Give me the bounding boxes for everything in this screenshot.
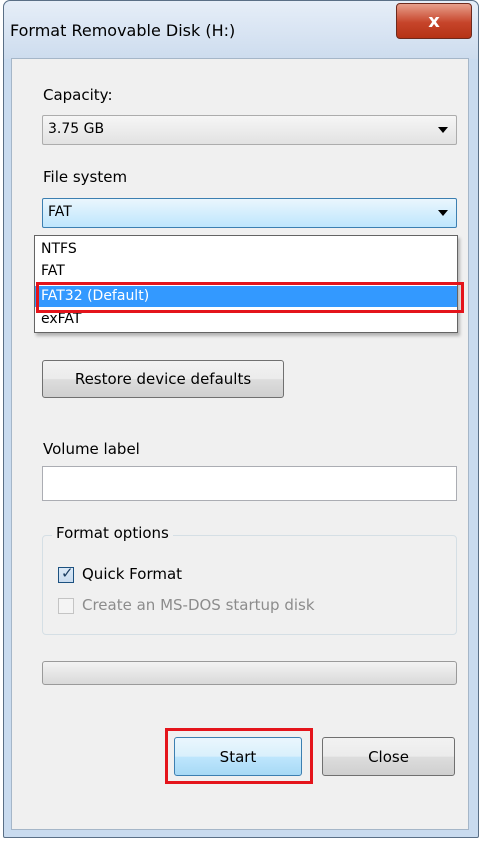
msdos-startup-checkbox[interactable] <box>58 598 74 614</box>
restore-defaults-label: Restore device defaults <box>74 370 252 388</box>
option-ntfs[interactable]: NTFS <box>35 239 457 260</box>
quick-format-checkbox[interactable]: ✓ <box>58 564 74 583</box>
close-label: Close <box>368 747 409 766</box>
volume-label-input[interactable] <box>42 466 457 501</box>
format-options-title: Format options <box>52 524 173 542</box>
file-system-value: FAT <box>48 204 72 220</box>
capacity-value: 3.75 GB <box>48 121 105 137</box>
option-fat[interactable]: FAT <box>35 261 457 282</box>
chevron-down-icon <box>438 127 448 133</box>
restore-defaults-button[interactable]: Restore device defaults <box>42 360 284 398</box>
file-system-label: File system <box>43 168 128 186</box>
format-progress-bar <box>42 661 457 685</box>
highlight-box-start <box>165 728 313 784</box>
capacity-select[interactable]: 3.75 GB <box>42 115 457 145</box>
file-system-select[interactable]: FAT <box>42 198 457 228</box>
window-title: Format Removable Disk (H:) <box>10 21 236 40</box>
chevron-down-icon <box>438 210 448 216</box>
title-bar[interactable]: Format Removable Disk (H:) x <box>4 1 478 59</box>
msdos-startup-label: Create an MS-DOS startup disk <box>82 596 315 614</box>
checkmark-icon: ✓ <box>61 564 74 582</box>
format-options-group <box>42 535 457 635</box>
volume-label-caption: Volume label <box>43 440 140 458</box>
close-button[interactable]: Close <box>322 737 455 776</box>
quick-format-label: Quick Format <box>82 565 183 583</box>
highlight-box-fat32 <box>36 282 464 313</box>
window-close-button[interactable]: x <box>396 3 472 39</box>
close-icon: x <box>428 10 440 32</box>
capacity-label: Capacity: <box>43 86 113 104</box>
